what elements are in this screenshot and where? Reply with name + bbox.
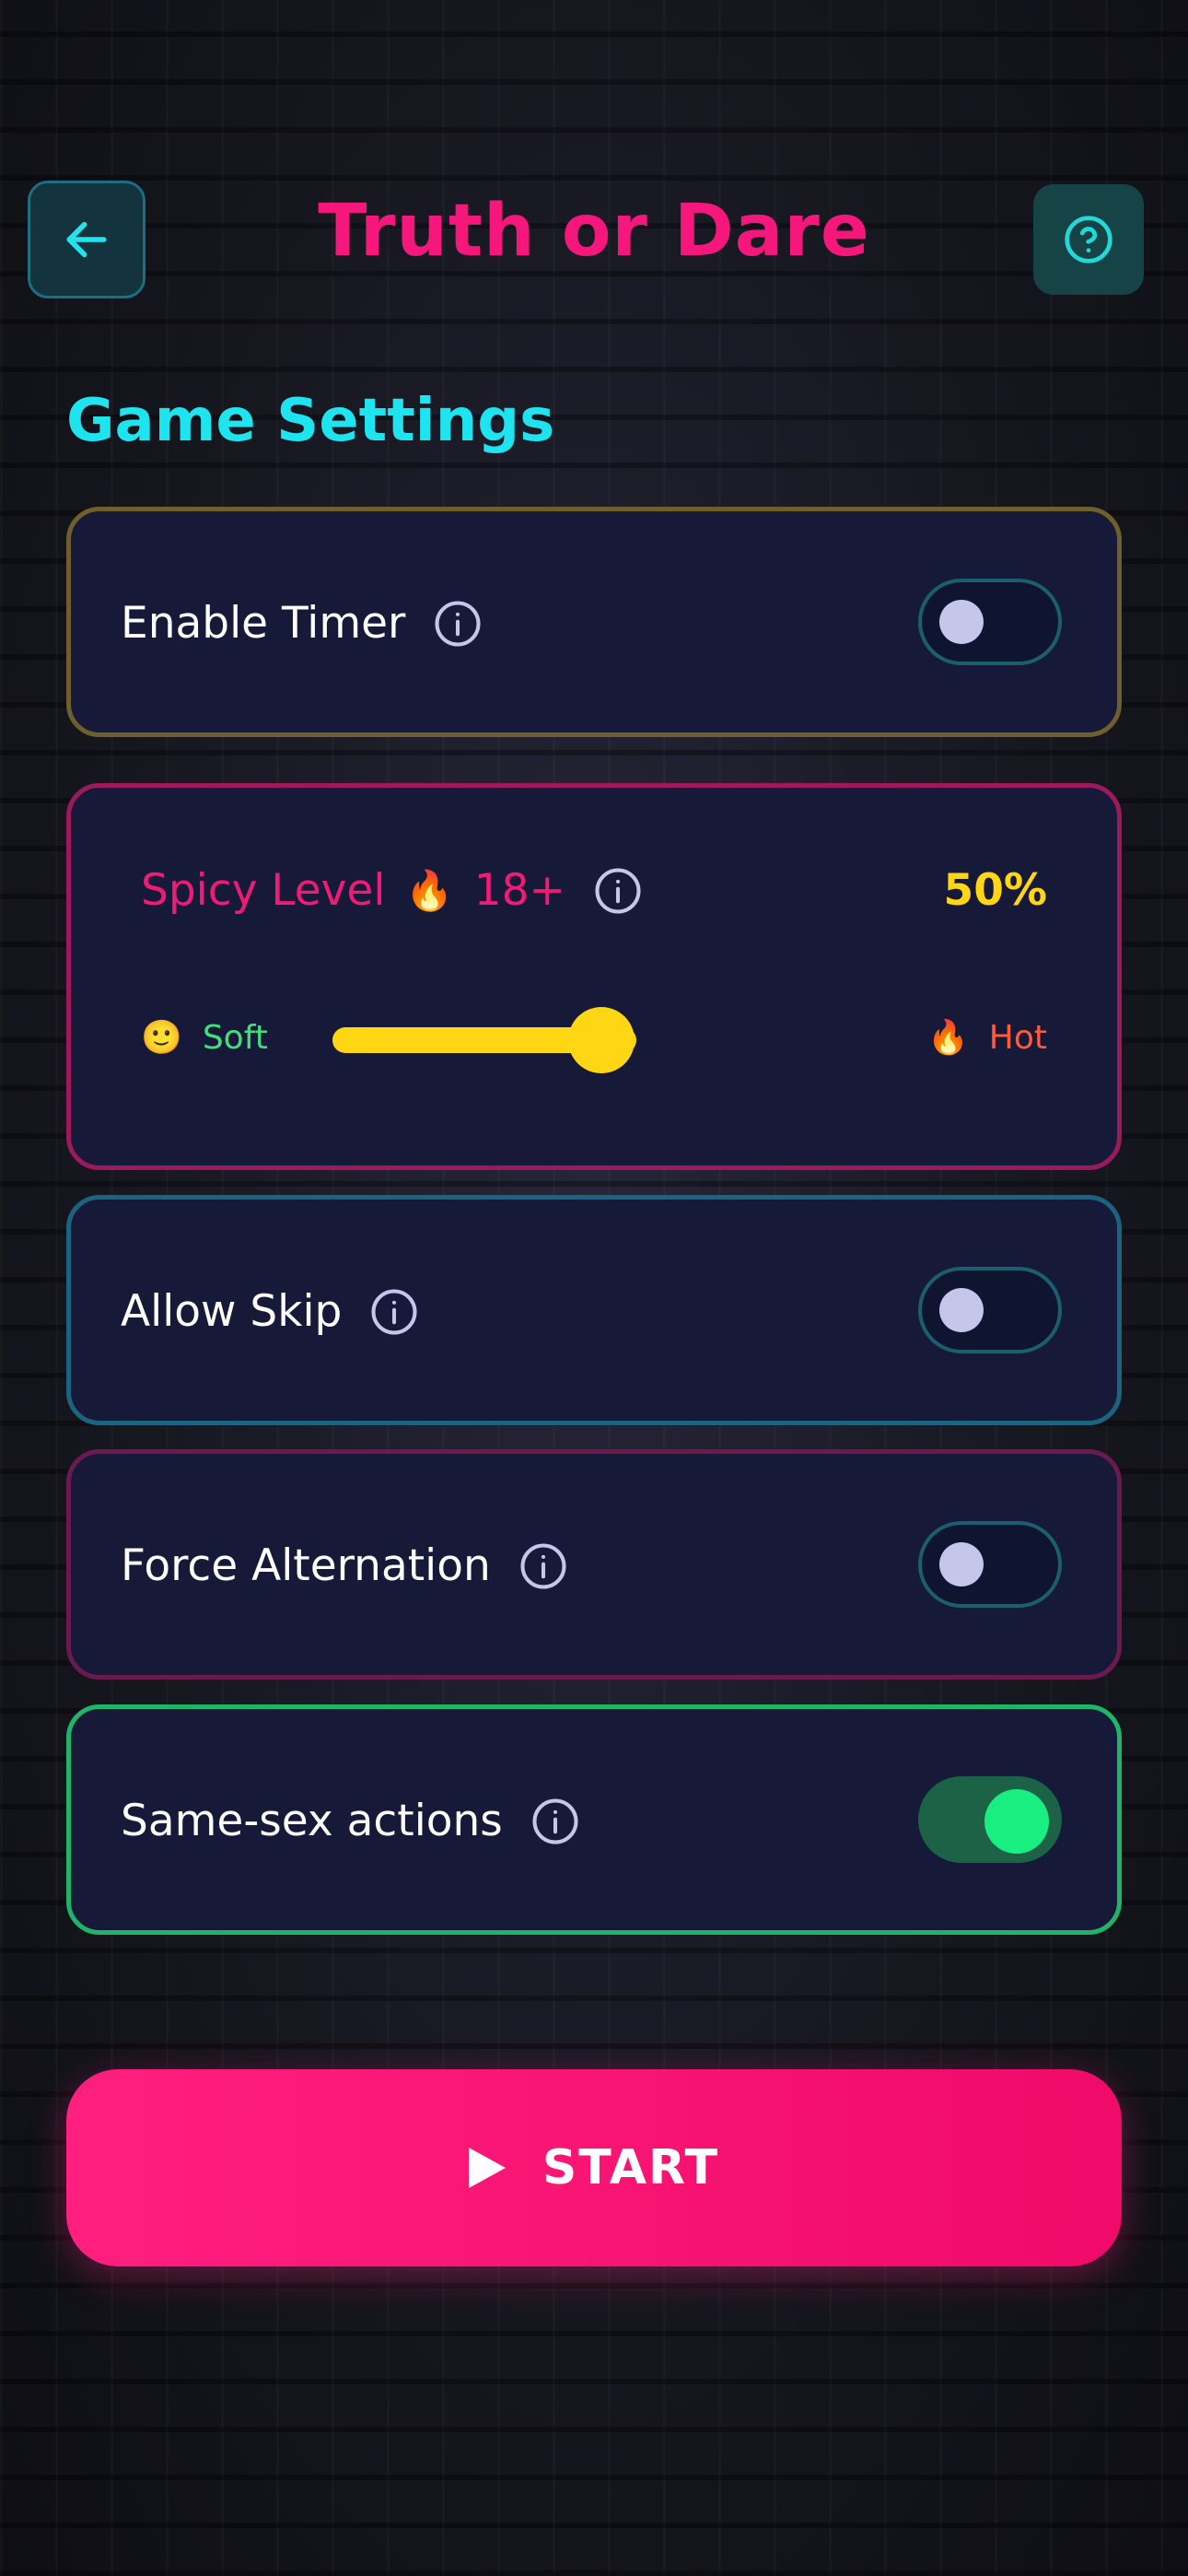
spicy-level-value: 50% [943,865,1048,916]
info-icon[interactable] [369,1287,419,1337]
info-icon[interactable] [518,1541,568,1591]
hot-label: Hot [988,1018,1047,1057]
smile-emoji-icon: 🙂 [141,1019,182,1057]
spicy-level-label: Spicy Level [141,865,386,916]
same-sex-label: Same-sex actions [121,1796,503,1846]
info-icon[interactable] [593,866,643,916]
timer-toggle[interactable] [918,579,1062,665]
same-sex-toggle[interactable] [918,1776,1062,1863]
skip-toggle[interactable] [918,1267,1062,1353]
age-badge: 18+ [473,865,565,916]
alternation-setting-card: Force Alternation [66,1449,1122,1680]
help-button[interactable] [1033,184,1144,295]
same-sex-setting-card: Same-sex actions [66,1704,1122,1935]
alternation-toggle[interactable] [918,1521,1062,1608]
play-icon [468,2148,506,2188]
spicy-level-card: Spicy Level 🔥 18+ 50% 🙂 Soft 🔥 Hot [66,783,1122,1170]
timer-label: Enable Timer [121,598,406,649]
start-label: START [542,2140,720,2195]
alternation-label: Force Alternation [121,1540,491,1591]
toggle-knob [939,1542,984,1587]
section-title: Game Settings [66,387,555,455]
fire-emoji-icon: 🔥 [405,867,454,913]
timer-setting-card: Enable Timer [66,507,1122,737]
skip-setting-card: Allow Skip [66,1195,1122,1425]
question-circle-icon [1065,216,1112,263]
fire-emoji-icon: 🔥 [926,1019,969,1057]
start-button[interactable]: START [66,2069,1122,2266]
info-icon[interactable] [433,599,483,649]
toggle-knob [939,600,984,644]
info-icon[interactable] [530,1797,580,1846]
toggle-knob [939,1288,984,1332]
toggle-knob [984,1789,1049,1854]
soft-label: Soft [202,1018,268,1057]
spicy-slider-thumb[interactable] [568,1007,635,1073]
skip-label: Allow Skip [121,1286,343,1337]
page-title: Truth or Dare [318,190,870,273]
